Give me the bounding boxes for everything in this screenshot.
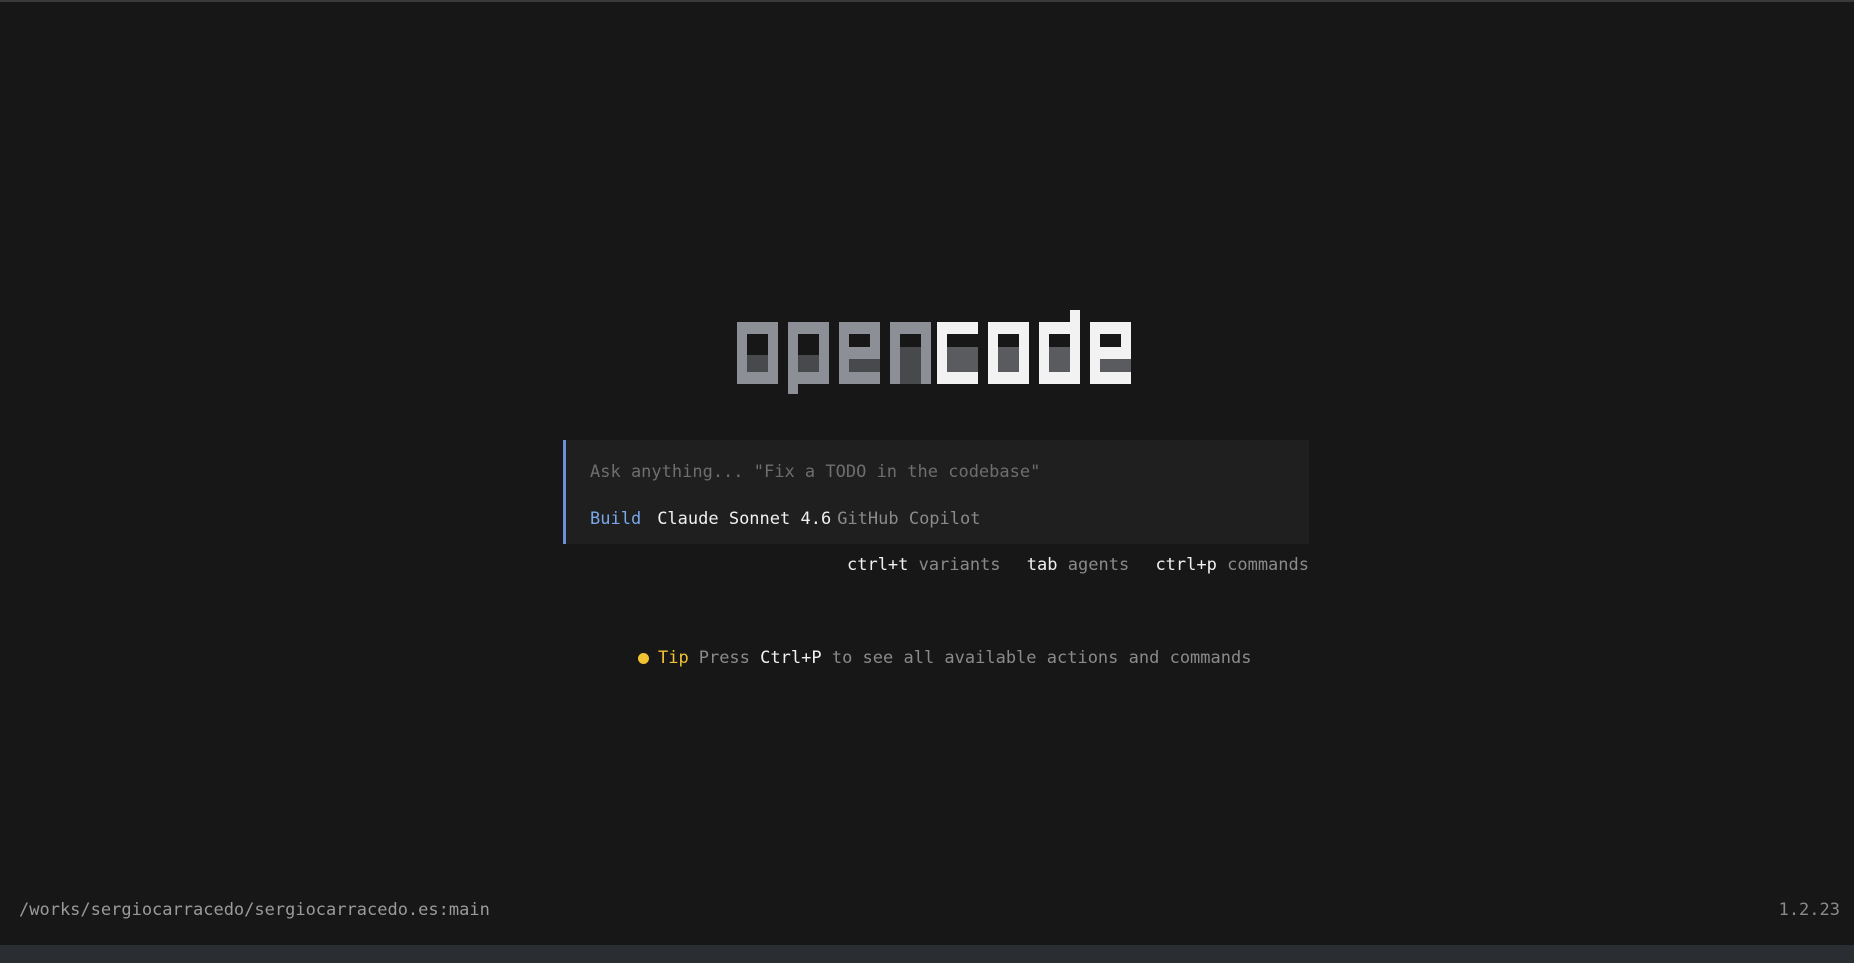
tip-text-after: to see all available actions and command…: [831, 648, 1252, 668]
prompt-box[interactable]: Build Claude Sonnet 4.6 GitHub Copilot: [563, 440, 1309, 544]
shortcut-key: ctrl+t: [846, 555, 909, 575]
prompt-meta: Build Claude Sonnet 4.6 GitHub Copilot: [590, 509, 980, 529]
working-directory: /works/sergiocarracedo/sergiocarracedo.e…: [19, 900, 490, 920]
tip: Tip Press Ctrl+P to see all available ac…: [638, 648, 1251, 668]
shortcut-key: tab: [1026, 555, 1058, 575]
logo-letter-e-2: [1090, 322, 1131, 384]
status-footer: /works/sergiocarracedo/sergiocarracedo.e…: [0, 898, 1854, 926]
prompt-input[interactable]: [590, 462, 1290, 482]
logo-letter-p: [788, 322, 829, 394]
shortcut-label: variants: [918, 555, 1001, 575]
logo-letter-d: [1039, 310, 1080, 384]
window-top-edge: [0, 0, 1854, 2]
terminal-bottom-bar: [0, 945, 1854, 963]
version-label: 1.2.23: [1778, 900, 1840, 920]
agent-mode-selector[interactable]: Build: [590, 509, 641, 529]
logo-letter-c: [937, 322, 978, 384]
shortcut-label: commands: [1227, 555, 1309, 575]
opencode-logo: [737, 310, 1131, 398]
shortcut-key: ctrl+p: [1155, 555, 1217, 575]
logo-letter-o: [737, 322, 778, 384]
shortcut-label: agents: [1067, 555, 1130, 575]
logo-letter-o-2: [988, 322, 1029, 384]
model-selector[interactable]: Claude Sonnet 4.6: [657, 509, 831, 529]
tip-label: Tip: [658, 648, 689, 668]
provider-label: GitHub Copilot: [837, 509, 981, 529]
tip-dot-icon: [638, 652, 649, 664]
tip-key: Ctrl+P: [760, 648, 822, 668]
logo-letter-e: [839, 322, 880, 384]
shortcut-agents[interactable]: tab agents: [1027, 555, 1129, 575]
shortcut-hints: ctrl+t variants tab agents ctrl+p comman…: [831, 555, 1309, 575]
shortcut-commands[interactable]: ctrl+p commands: [1155, 555, 1309, 575]
logo-letter-n: [890, 322, 931, 384]
tip-text-before: Press: [698, 648, 750, 668]
shortcut-variants[interactable]: ctrl+t variants: [847, 555, 1001, 575]
